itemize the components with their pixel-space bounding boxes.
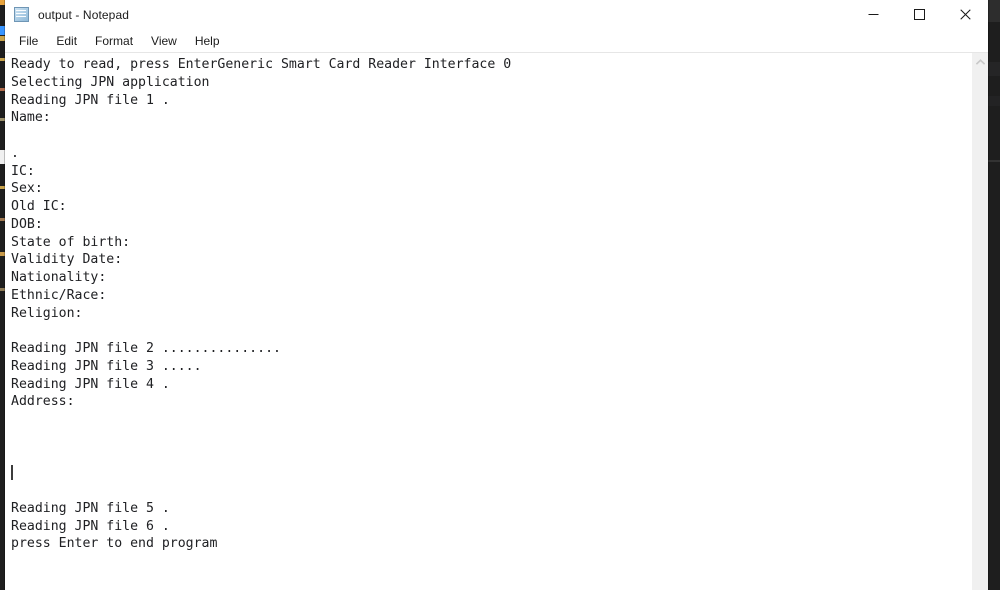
text-editor[interactable]: Ready to read, press EnterGeneric Smart … (5, 53, 971, 590)
screen: output - Notepad File Edit Format View H… (0, 0, 1000, 590)
notepad-window: output - Notepad File Edit Format View H… (5, 0, 988, 590)
document-line: Name: (11, 110, 51, 126)
vertical-scrollbar[interactable] (971, 53, 988, 590)
maximize-icon (913, 9, 925, 20)
document-line: Reading JPN file 6 . (11, 518, 170, 534)
document-line: . (11, 145, 19, 161)
title-bar[interactable]: output - Notepad (5, 0, 988, 30)
window-title: output - Notepad (38, 7, 129, 22)
background-editor-right (988, 0, 1000, 590)
background-token (988, 160, 1000, 162)
document-line: Selecting JPN application (11, 74, 210, 90)
minimize-button[interactable] (850, 0, 896, 29)
document-line: press Enter to end program (11, 536, 218, 552)
scroll-up-button[interactable] (972, 53, 988, 70)
menu-item-edit[interactable]: Edit (47, 32, 86, 51)
document-line: Old IC: (11, 199, 67, 214)
document-line: Reading JPN file 3 ..... (11, 358, 202, 374)
document-line: Nationality: (11, 270, 107, 285)
close-button[interactable] (942, 0, 988, 29)
background-tabstrip (988, 0, 1000, 22)
window-controls (850, 0, 988, 29)
menu-item-format[interactable]: Format (86, 32, 142, 51)
document-line: Reading JPN file 2 ............... (11, 341, 281, 356)
document-text[interactable]: Ready to read, press EnterGeneric Smart … (11, 56, 971, 553)
client-area: Ready to read, press EnterGeneric Smart … (5, 52, 988, 590)
close-icon (959, 9, 971, 20)
background-token (988, 96, 1000, 106)
menu-item-file[interactable]: File (10, 32, 47, 51)
document-line: Reading JPN file 4 . (11, 376, 170, 392)
document-line: Ethnic/Race: (11, 287, 107, 303)
document-line: IC: (11, 163, 35, 179)
chevron-up-icon (975, 58, 985, 65)
document-line: Sex: (11, 181, 43, 197)
text-caret (11, 465, 13, 481)
document-line: Religion: (11, 305, 83, 321)
minimize-icon (868, 14, 878, 15)
document-line: Address: (11, 394, 75, 410)
menu-bar: File Edit Format View Help (5, 30, 988, 52)
notepad-icon (13, 6, 31, 24)
document-line: State of birth: (11, 234, 131, 250)
document-line: DOB: (11, 216, 43, 232)
document-line: Ready to read, press EnterGeneric Smart … (11, 57, 512, 72)
background-token (988, 62, 1000, 76)
menu-item-help[interactable]: Help (186, 32, 229, 51)
document-line: Reading JPN file 1 . (11, 92, 170, 108)
document-line: Validity Date: (11, 252, 123, 268)
document-line: Reading JPN file 5 . (11, 500, 170, 516)
maximize-button[interactable] (896, 0, 942, 29)
menu-item-view[interactable]: View (142, 32, 186, 51)
